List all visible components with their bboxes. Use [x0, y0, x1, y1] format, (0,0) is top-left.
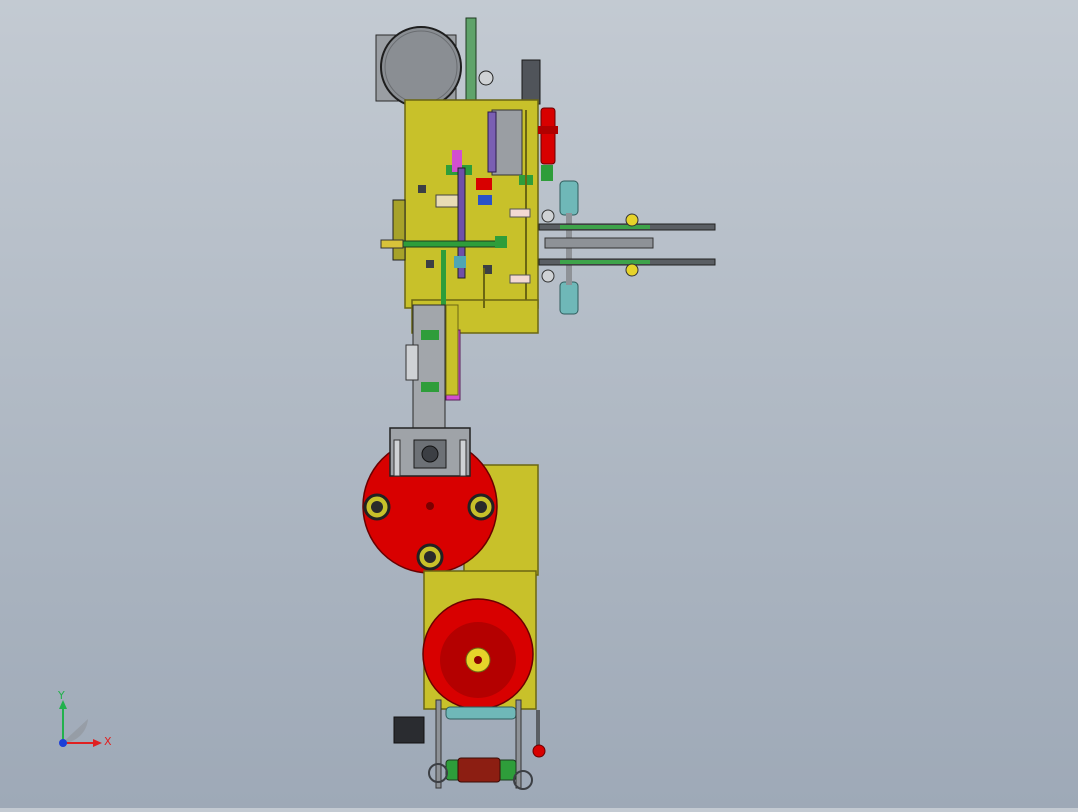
rotary-table-module	[362, 427, 539, 576]
right-arm-assembly	[509, 107, 716, 315]
purple-slider	[487, 111, 497, 173]
coordinate-triad[interactable]: Y X	[57, 689, 112, 748]
teal-roller-lower	[559, 281, 579, 315]
top-right-bracket	[521, 59, 541, 105]
vertical-rod-left	[441, 250, 446, 305]
tension-knob	[532, 744, 546, 758]
x-axis-label: X	[104, 735, 112, 748]
top-spool-module	[375, 17, 541, 109]
teal-roller-upper	[559, 180, 579, 216]
belt-pulley-lower	[625, 263, 639, 277]
inner-divider	[483, 268, 485, 308]
bridge-post-right	[459, 439, 467, 477]
z-axis-origin	[59, 739, 67, 747]
red-valve-body	[540, 107, 556, 165]
small-square-1	[418, 185, 426, 193]
red-valve-cap	[538, 126, 558, 134]
green-clamp-upper	[421, 330, 439, 340]
y-axis-label: Y	[57, 689, 65, 702]
left-pulley-upper	[541, 209, 555, 223]
teal-fitting	[454, 256, 466, 268]
rotary-hole-right-inner	[475, 501, 487, 513]
tension-arm	[536, 710, 540, 748]
gearbox-output	[421, 445, 439, 463]
vertical-guide-rail	[465, 17, 477, 109]
green-block-lower	[495, 236, 507, 248]
left-pulley-lower	[541, 269, 555, 283]
belt-pulley-upper	[625, 213, 639, 227]
conveyor-belt-middle	[544, 237, 654, 249]
conveyor-belt-lower-green	[560, 260, 650, 264]
stepper-motor	[393, 716, 425, 744]
inner-divider-2	[525, 110, 527, 300]
green-clamp-lower	[421, 382, 439, 392]
red-clamp-part	[476, 178, 492, 190]
small-square-3	[426, 260, 434, 268]
unwind-reel-hub-center	[474, 656, 482, 664]
left-side-flange	[392, 199, 406, 261]
frame-rail-left	[435, 699, 442, 789]
triad-arc	[62, 719, 88, 744]
conveyor-belt-upper-green	[560, 225, 650, 229]
cream-block	[435, 194, 459, 208]
transfer-yellow-edge	[445, 304, 459, 396]
feed-bar-tip	[380, 239, 404, 249]
assembly-drawing: Y X	[57, 17, 716, 790]
green-valve-base	[541, 165, 553, 181]
rotary-hole-bottom-inner	[424, 551, 436, 563]
cad-viewport[interactable]: Y X	[0, 0, 1078, 808]
teal-dancer-roller	[445, 706, 517, 720]
rotary-center-pin	[426, 502, 434, 510]
top-spool-disc	[380, 26, 462, 108]
bottom-reel-brown	[457, 757, 501, 783]
transfer-side-plate	[405, 344, 419, 381]
unwind-module	[393, 570, 546, 790]
pink-coupler-lower	[509, 274, 531, 284]
rotary-hole-left-inner	[371, 501, 383, 513]
x-arrow-head	[93, 739, 102, 747]
transfer-column	[405, 304, 461, 431]
pink-coupler-upper	[509, 208, 531, 218]
blue-actuator	[478, 195, 492, 205]
bridge-post-left	[393, 439, 401, 477]
guide-pulley	[478, 70, 494, 86]
